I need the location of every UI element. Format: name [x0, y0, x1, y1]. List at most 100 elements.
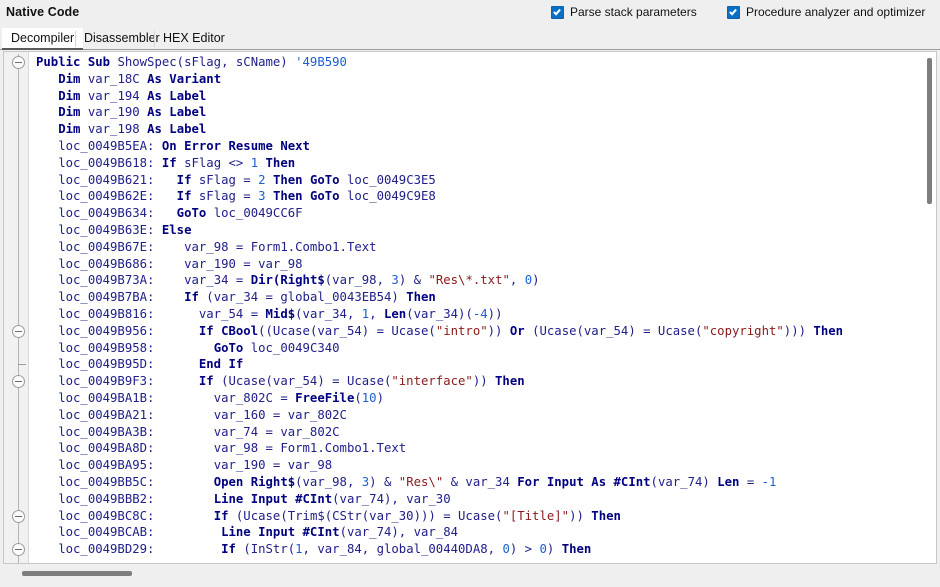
- option-procedure-analyzer-and-optimizer[interactable]: Procedure analyzer and optimizer: [727, 4, 925, 20]
- code-token: =: [746, 474, 762, 489]
- code-token: #CInt: [613, 474, 651, 489]
- code-token: Then: [591, 508, 621, 523]
- code-lines: Public Sub ShowSpec(sFlag, sCName) '49B5…: [29, 52, 936, 558]
- code-token: Len: [384, 306, 407, 321]
- code-line: loc_0049B95D: End If: [29, 356, 936, 373]
- code-token: Then GoTo: [272, 189, 347, 204]
- vertical-scrollbar-thumb[interactable]: [927, 58, 932, 204]
- code-token: var_74 = var_802C: [213, 424, 340, 439]
- window-header: Native Code Parse stack parameters Proce…: [0, 0, 940, 26]
- checkbox-checked-icon[interactable]: [727, 5, 740, 19]
- code-token: Dim: [58, 105, 88, 120]
- checkbox-checked-icon[interactable]: [551, 5, 564, 19]
- code-token: If: [213, 508, 236, 523]
- code-token: var_54 =: [198, 306, 266, 321]
- code-token: (Ucase(var_54) = Ucase(: [221, 374, 392, 389]
- code-token: Else: [161, 222, 192, 237]
- code-surface[interactable]: Public Sub ShowSpec(sFlag, sCName) '49B5…: [29, 52, 936, 563]
- code-token: var_98 = Form1.Combo1.Text: [213, 441, 407, 456]
- code-line: loc_0049BD29: If (InStr(1, var_84, globa…: [29, 541, 936, 558]
- code-token: Then: [561, 542, 592, 557]
- horizontal-scrollbar-thumb[interactable]: [22, 571, 132, 576]
- code-token: loc_0049C3E5: [346, 172, 436, 187]
- fold-collapse-icon[interactable]: [12, 509, 25, 523]
- code-token: loc_0049BD29:: [36, 542, 222, 557]
- code-line: loc_0049B62E: If sFlag = 3 Then GoTo loc…: [29, 188, 936, 205]
- editor-horizontal-scrollbar[interactable]: [3, 566, 937, 582]
- code-token: ): [532, 273, 540, 288]
- code-token: 0: [524, 273, 533, 288]
- code-token: -1: [761, 474, 777, 489]
- fold-collapse-icon[interactable]: [12, 375, 25, 389]
- fold-gutter[interactable]: [4, 52, 29, 563]
- code-token: Line Input: [221, 525, 303, 540]
- code-token: (var_74), var_30: [332, 491, 451, 506]
- code-token: , var_84, global_00440DA8,: [302, 542, 503, 557]
- code-token: FreeFile: [295, 390, 355, 405]
- code-token: (var_98,: [324, 273, 392, 288]
- code-line: loc_0049B634: GoTo loc_0049CC6F: [29, 205, 936, 222]
- code-token: var_190 = var_98: [184, 256, 303, 271]
- code-token: loc_0049BA3B:: [36, 424, 214, 439]
- option-label: Parse stack parameters: [570, 4, 697, 19]
- code-token: loc_0049C340: [250, 340, 340, 355]
- code-line: loc_0049B621: If sFlag = 2 Then GoTo loc…: [29, 172, 936, 189]
- code-token: End If: [198, 357, 244, 372]
- code-token: For Input As: [517, 474, 614, 489]
- code-line: loc_0049B67E: var_98 = Form1.Combo1.Text: [29, 239, 936, 256]
- editor-vertical-scrollbar[interactable]: [923, 52, 936, 563]
- code-token: 3: [391, 273, 399, 288]
- code-token: ))): [783, 323, 814, 338]
- code-token: On Error Resume Next: [161, 138, 310, 153]
- code-token: sFlag =: [198, 172, 259, 187]
- code-token: Line Input: [213, 491, 296, 506]
- tab-hex-editor[interactable]: HEX Editor: [154, 28, 234, 50]
- code-token: #CInt: [302, 525, 340, 540]
- code-token: loc_0049B634:: [36, 206, 177, 221]
- code-token: As Label: [147, 122, 207, 137]
- code-token: loc_0049B816:: [36, 306, 199, 321]
- code-token: As Label: [147, 88, 207, 103]
- code-token: loc_0049B63E:: [36, 222, 162, 237]
- code-token: var_190 = var_98: [213, 458, 333, 473]
- code-token: ) &: [398, 273, 429, 288]
- code-token: var_98 = Form1.Combo1.Text: [184, 239, 377, 254]
- code-line: loc_0049B686: var_190 = var_98: [29, 256, 936, 273]
- code-line: Public Sub ShowSpec(sFlag, sCName) '49B5…: [29, 54, 936, 71]
- fold-collapse-icon[interactable]: [12, 56, 25, 69]
- code-token: loc_0049B958:: [36, 340, 214, 355]
- code-token: loc_0049B618:: [36, 155, 162, 170]
- code-line: loc_0049BA95: var_190 = var_98: [29, 457, 936, 474]
- code-line: loc_0049B958: GoTo loc_0049C340: [29, 340, 936, 357]
- option-parse-stack-parameters[interactable]: Parse stack parameters: [551, 4, 697, 20]
- code-token: (Ucase(Trim$(CStr(var_30))) = Ucase(: [235, 508, 503, 523]
- code-token: loc_0049B621:: [36, 172, 177, 187]
- fold-collapse-icon[interactable]: [12, 543, 25, 557]
- page-title: Native Code: [6, 5, 80, 19]
- tab-decompiler[interactable]: Decompiler: [2, 28, 84, 50]
- code-token: If: [184, 290, 207, 305]
- fold-collapse-icon[interactable]: [12, 324, 25, 338]
- code-token: loc_0049B7BA:: [36, 290, 185, 305]
- code-token: Dim: [58, 88, 88, 103]
- code-token: Dir(Right$: [250, 273, 325, 288]
- code-line: loc_0049BA3B: var_74 = var_802C: [29, 424, 936, 441]
- code-editor[interactable]: Public Sub ShowSpec(sFlag, sCName) '49B5…: [3, 51, 937, 564]
- code-token: Mid$: [265, 306, 296, 321]
- code-token: Then: [813, 323, 844, 338]
- code-line: loc_0049B7BA: If (var_34 = global_0043EB…: [29, 289, 936, 306]
- code-token: (var_74), var_84: [339, 525, 459, 540]
- code-token: var_198: [87, 122, 148, 137]
- code-line: Dim var_190 As Label: [29, 104, 936, 121]
- code-token: loc_0049BA95:: [36, 458, 214, 473]
- code-token: -4: [472, 306, 488, 321]
- code-token: <>: [228, 155, 251, 170]
- code-token: 3: [258, 189, 273, 204]
- code-token: (InStr(: [243, 542, 296, 557]
- code-token: loc_0049B956:: [36, 323, 199, 338]
- code-token: ): [376, 390, 384, 405]
- code-line: loc_0049B816: var_54 = Mid$(var_34, 1, L…: [29, 306, 936, 323]
- code-token: Then: [406, 290, 436, 305]
- code-token: & var_34: [443, 474, 518, 489]
